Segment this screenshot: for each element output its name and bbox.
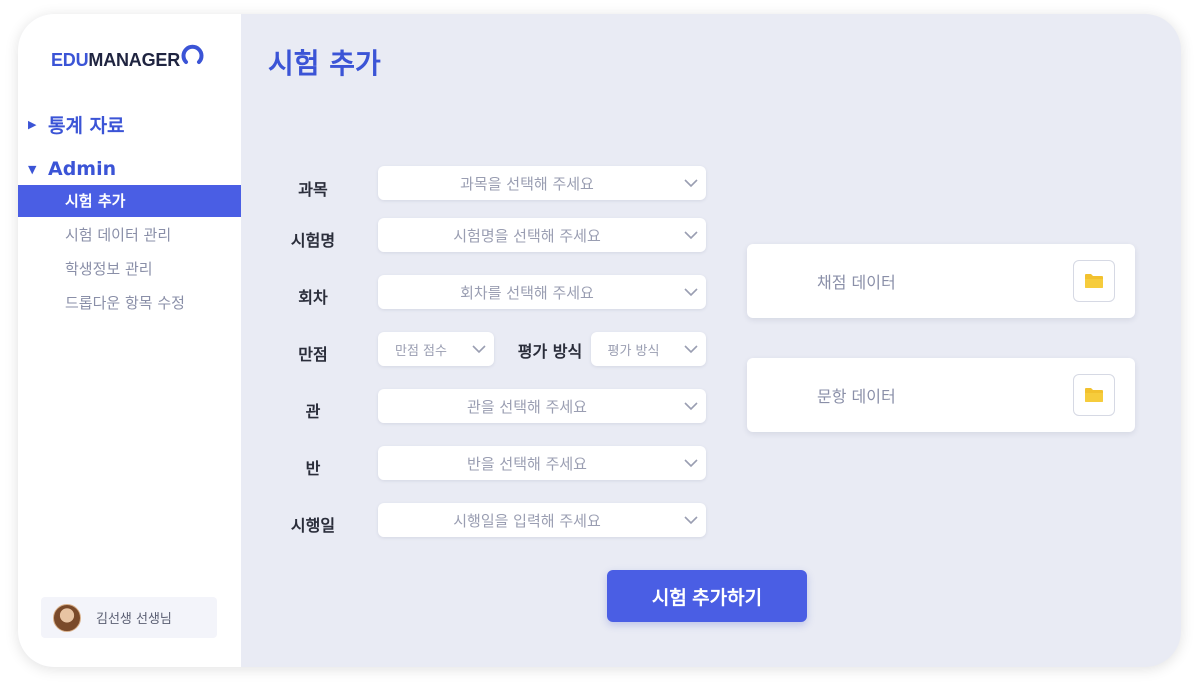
exam-name-select[interactable]: 시험명을 선택해 주세요 (378, 218, 706, 252)
exam-date-input[interactable]: 시행일을 입력해 주세요 (378, 503, 706, 537)
sidebar-item-dropdown-edit[interactable]: 드롭다운 항목 수정 (18, 287, 241, 319)
nav-head-admin[interactable]: ▼ Admin (18, 155, 241, 183)
folder-icon (1085, 388, 1103, 402)
logo: EDU MANAGER (51, 44, 205, 71)
sidebar-item-student-info[interactable]: 학생정보 관리 (18, 253, 241, 285)
chevron-down-icon (676, 287, 706, 297)
subject-select[interactable]: 과목을 선택해 주세요 (378, 166, 706, 200)
folder-icon (1085, 274, 1103, 288)
caret-down-icon: ▼ (28, 162, 37, 176)
avatar (53, 603, 81, 632)
logo-ring-icon (181, 44, 204, 64)
label-full-score: 만점 (298, 345, 328, 364)
label-eval-method: 평가 방식 (517, 342, 583, 361)
grading-data-upload[interactable]: 채점 데이터 (747, 244, 1135, 318)
item-data-upload[interactable]: 문항 데이터 (747, 358, 1135, 432)
chevron-down-icon (676, 178, 706, 188)
chevron-down-icon (676, 344, 706, 354)
label-hall: 관 (305, 402, 321, 421)
full-score-select[interactable]: 만점 점수 (378, 332, 494, 366)
hall-select[interactable]: 관을 선택해 주세요 (378, 389, 706, 423)
chevron-down-icon (676, 458, 706, 468)
nav-head-stats[interactable]: ▶ 통계 자료 (18, 110, 241, 138)
label-exam-date: 시행일 (290, 516, 336, 535)
chevron-down-icon (676, 401, 706, 411)
user-card[interactable]: 김선생 선생님 (41, 597, 217, 638)
nav-group-admin[interactable]: ▼ Admin 시험 추가 시험 데이터 관리 학생정보 관리 드롭다운 항목 … (18, 155, 241, 319)
sidebar-item-exam-add[interactable]: 시험 추가 (18, 185, 241, 217)
chevron-down-icon (676, 230, 706, 240)
nav-group-stats[interactable]: ▶ 통계 자료 (18, 110, 241, 138)
app-window: EDU MANAGER ▶ 통계 자료 ▼ Admin 시험 추가 시험 데이터 … (18, 14, 1181, 667)
page-title: 시험 추가 (268, 47, 381, 80)
submit-exam-button[interactable]: 시험 추가하기 (607, 570, 807, 622)
chevron-down-icon (464, 344, 494, 354)
label-round: 회차 (298, 288, 328, 307)
items-folder-button[interactable] (1073, 374, 1115, 416)
label-subject: 과목 (298, 180, 328, 199)
sidebar: EDU MANAGER ▶ 통계 자료 ▼ Admin 시험 추가 시험 데이터 … (18, 14, 241, 667)
sidebar-item-exam-data[interactable]: 시험 데이터 관리 (18, 219, 241, 251)
label-exam-name: 시험명 (290, 231, 336, 250)
round-select[interactable]: 회차를 선택해 주세요 (378, 275, 706, 309)
caret-right-icon: ▶ (28, 117, 37, 131)
label-class: 반 (305, 459, 321, 478)
grading-folder-button[interactable] (1073, 260, 1115, 302)
user-name: 김선생 선생님 (96, 612, 172, 627)
eval-method-select[interactable]: 평가 방식 (591, 332, 706, 366)
chevron-down-icon (676, 515, 706, 525)
class-select[interactable]: 반을 선택해 주세요 (378, 446, 706, 480)
